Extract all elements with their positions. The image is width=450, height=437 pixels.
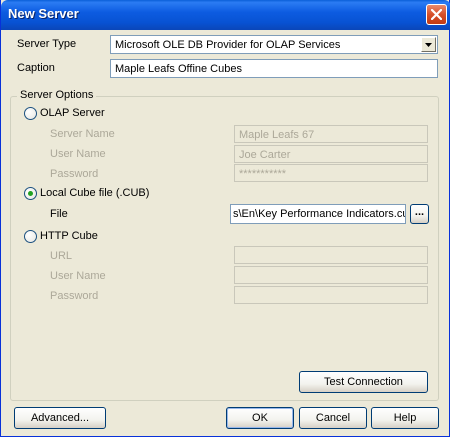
browse-label: ... (414, 206, 425, 218)
file-label: File (50, 208, 68, 220)
server-name-input[interactable]: Maple Leafs 67 (234, 125, 428, 143)
http-user-name-input[interactable] (234, 266, 428, 284)
local-cube-label: Local Cube file (.CUB) (40, 187, 150, 199)
ok-label: OK (252, 412, 268, 424)
chevron-down-icon (425, 43, 432, 47)
ok-button[interactable]: OK (226, 407, 294, 429)
new-server-dialog: New Server Server Type Microsoft OLE DB … (0, 0, 450, 437)
http-password-label: Password (50, 290, 99, 302)
http-cube-label: HTTP Cube (40, 230, 98, 242)
olap-server-radio[interactable] (24, 107, 37, 120)
server-type-value: Microsoft OLE DB Provider for OLAP Servi… (115, 39, 341, 51)
local-cube-radio[interactable] (24, 187, 37, 200)
title-bar[interactable]: New Server (1, 0, 450, 30)
http-password-input[interactable] (234, 286, 428, 304)
url-input[interactable] (234, 246, 428, 264)
server-name-label: Server Name (50, 128, 115, 140)
radio-selected-dot (28, 191, 33, 196)
http-user-name-label: User Name (50, 270, 106, 282)
server-name-value: Maple Leafs 67 (239, 129, 315, 141)
close-icon (431, 9, 442, 20)
file-path-value: s\En\Key Performance Indicators.cub (233, 208, 406, 220)
caption-value: Maple Leafs Offine Cubes (115, 63, 242, 75)
help-button[interactable]: Help (371, 407, 439, 429)
olap-user-name-input[interactable]: Joe Carter (234, 145, 428, 163)
file-path-input[interactable]: s\En\Key Performance Indicators.cub (230, 204, 406, 224)
server-type-combo[interactable]: Microsoft OLE DB Provider for OLAP Servi… (110, 35, 438, 54)
olap-user-name-value: Joe Carter (239, 149, 291, 161)
olap-password-input[interactable]: *********** (234, 164, 428, 182)
url-label: URL (50, 250, 73, 262)
advanced-button[interactable]: Advanced... (14, 407, 106, 429)
test-connection-button[interactable]: Test Connection (299, 371, 428, 393)
test-connection-label: Test Connection (324, 376, 403, 388)
olap-user-name-label: User Name (50, 148, 106, 160)
olap-password-value: *********** (239, 168, 287, 180)
browse-button[interactable]: ... (410, 204, 429, 224)
olap-password-label: Password (50, 168, 99, 180)
advanced-label: Advanced... (30, 412, 90, 424)
caption-label: Caption (17, 62, 55, 74)
http-cube-radio[interactable] (24, 230, 37, 243)
cancel-label: Cancel (315, 412, 351, 424)
cancel-button[interactable]: Cancel (299, 407, 367, 429)
close-button[interactable] (426, 4, 447, 25)
server-options-legend: Server Options (17, 89, 97, 101)
window-title: New Server (8, 6, 79, 21)
server-type-label: Server Type (17, 38, 77, 50)
olap-server-label: OLAP Server (40, 107, 105, 119)
caption-input[interactable]: Maple Leafs Offine Cubes (110, 59, 438, 78)
server-type-dropdown-button[interactable] (421, 37, 436, 52)
help-label: Help (393, 412, 417, 424)
